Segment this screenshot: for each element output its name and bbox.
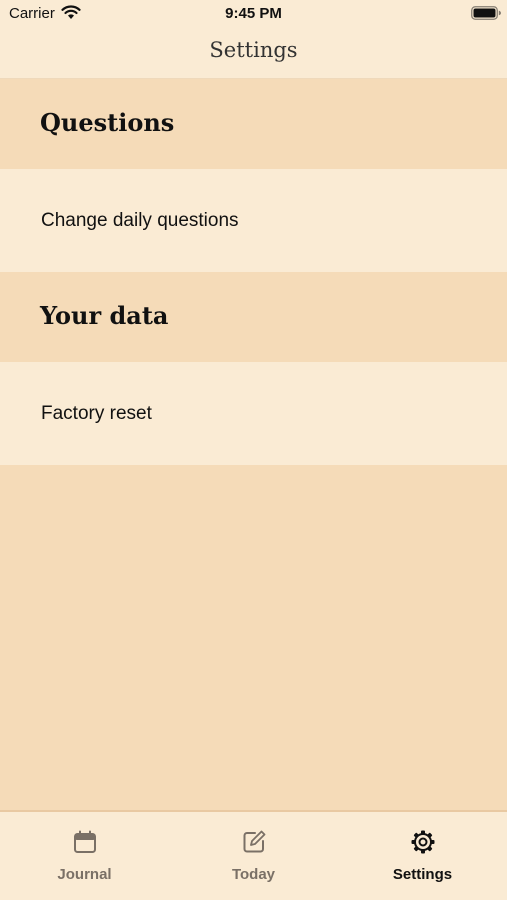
gear-icon	[411, 830, 435, 854]
tab-bar: Journal Today Settings	[0, 810, 507, 900]
tab-label: Settings	[392, 866, 453, 883]
section-header-questions: Questions	[0, 80, 507, 169]
status-bar: Carrier 9:45 PM	[0, 0, 507, 28]
tab-settings[interactable]: Settings	[338, 812, 507, 900]
tab-today[interactable]: Today	[169, 812, 338, 900]
section-title: Questions	[40, 108, 175, 137]
status-time: 9:45 PM	[225, 5, 282, 22]
navigation-bar: Settings	[0, 28, 507, 79]
edit-icon	[243, 830, 266, 853]
section-header-your-data: Your data	[0, 273, 507, 362]
change-daily-questions-row[interactable]: Change daily questions	[0, 169, 507, 272]
row-label: Factory reset	[41, 403, 152, 424]
row-label: Change daily questions	[41, 210, 239, 231]
tab-label: Today	[231, 866, 276, 883]
section-title: Your data	[40, 301, 169, 330]
page-title: Settings	[209, 38, 298, 62]
tab-journal[interactable]: Journal	[0, 812, 169, 900]
tab-label: Journal	[57, 866, 112, 883]
factory-reset-row[interactable]: Factory reset	[0, 362, 507, 465]
calendar-icon	[74, 830, 96, 853]
battery-full-icon	[471, 6, 501, 20]
